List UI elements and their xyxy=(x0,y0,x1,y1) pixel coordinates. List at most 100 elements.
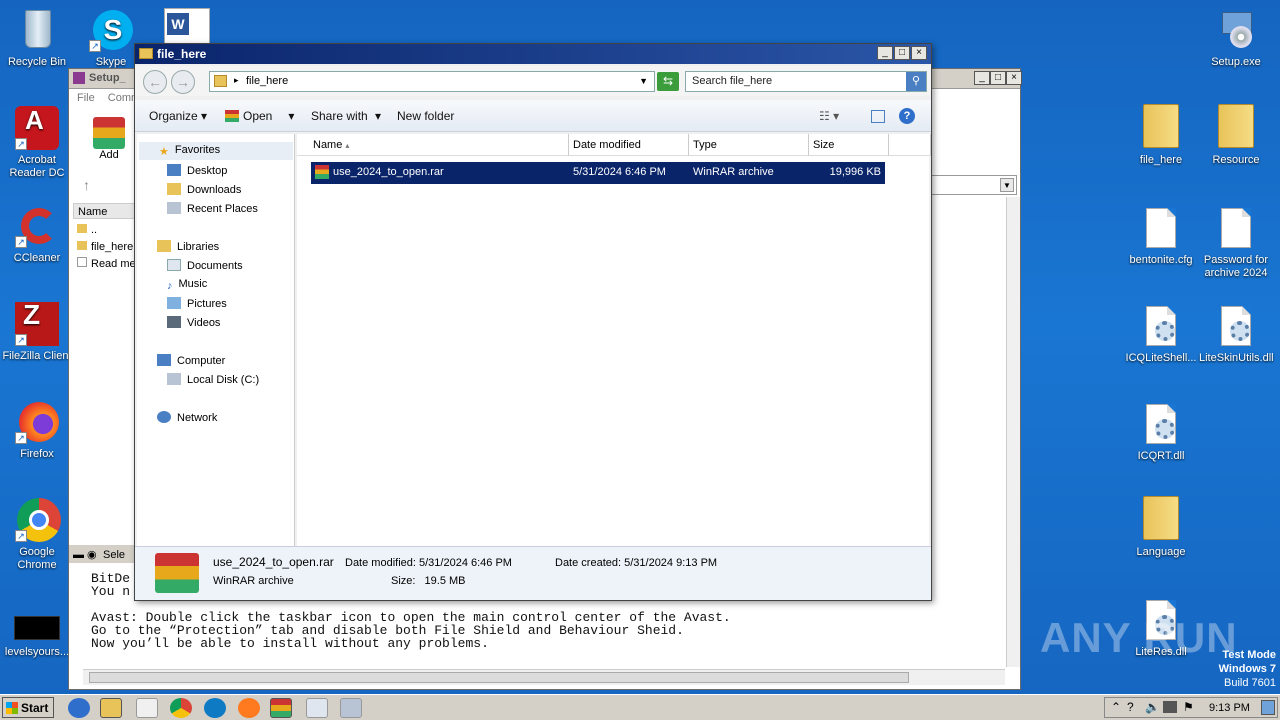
setup-taskbar-icon[interactable] xyxy=(340,698,362,718)
desktop-icon-language[interactable]: Language xyxy=(1124,496,1198,559)
forward-button[interactable]: → xyxy=(171,70,195,94)
path-dropdown[interactable]: ▼ xyxy=(931,175,1017,195)
tree-item-downloads[interactable]: Downloads xyxy=(167,183,241,196)
column-header-type[interactable]: Type xyxy=(689,134,809,156)
details-date-created: Date created: 5/31/2024 9:13 PM xyxy=(555,557,718,569)
close-button[interactable]: × xyxy=(1006,71,1022,85)
chrome-taskbar-icon[interactable] xyxy=(170,698,192,718)
desktop-icon-acrobat[interactable]: A ↗ Acrobat Reader DC xyxy=(0,106,74,180)
horizontal-scrollbar[interactable] xyxy=(83,669,1005,685)
desktop-icon-levelsyours[interactable]: levelsyours... xyxy=(0,616,74,659)
desktop-icon xyxy=(167,164,181,176)
search-icon[interactable]: ⚲ xyxy=(906,72,926,91)
word-document-icon[interactable]: W xyxy=(164,8,210,44)
search-input[interactable]: Search file_here ⚲ xyxy=(685,71,927,92)
chevron-up-icon[interactable]: ⌃ xyxy=(1111,700,1121,714)
setup-title: Setup_ xyxy=(89,72,126,84)
tree-item-favorites[interactable]: ★ Favorites xyxy=(139,142,293,160)
media-player-taskbar-icon[interactable] xyxy=(136,698,158,718)
show-desktop-button[interactable] xyxy=(1261,700,1275,715)
flag-icon[interactable]: ⚑ xyxy=(1183,700,1194,714)
up-arrow-icon[interactable]: ↑ xyxy=(83,177,90,193)
network-tray-icon[interactable] xyxy=(1163,701,1177,713)
tree-item-libraries[interactable]: Libraries xyxy=(157,240,219,253)
chevron-down-icon[interactable]: ▼ xyxy=(639,76,648,86)
desktop-icon-firefox[interactable]: ↗ Firefox xyxy=(0,400,74,461)
desktop-icon-bentonite[interactable]: bentonite.cfg xyxy=(1124,206,1198,267)
list-item[interactable]: Read me xyxy=(77,256,136,273)
vertical-scrollbar[interactable] xyxy=(1006,197,1020,667)
help-icon[interactable]: ? xyxy=(899,108,915,124)
list-item[interactable]: .. xyxy=(77,222,136,239)
file-name: use_2024_to_open.rar xyxy=(333,166,444,178)
tree-item-computer[interactable]: Computer xyxy=(157,354,225,367)
desktop-icon-icqrt[interactable]: ICQRT.dll xyxy=(1124,402,1198,463)
desktop-icon-password[interactable]: Password for archive 2024 xyxy=(1199,206,1273,280)
desktop-icon-recycle-bin[interactable]: Recycle Bin xyxy=(0,8,74,69)
share-with-button[interactable]: Share with ▾ xyxy=(311,109,381,123)
organize-button[interactable]: Organize ▾ xyxy=(149,109,207,123)
refresh-button[interactable]: ⇆ xyxy=(657,72,679,91)
tree-item-recent-places[interactable]: Recent Places xyxy=(167,202,258,215)
close-button[interactable]: × xyxy=(911,46,927,60)
desktop-icon-icqliteshell[interactable]: ICQLiteShell... xyxy=(1124,304,1198,365)
desktop-icon-liteskinutils[interactable]: LiteSkinUtils.dll xyxy=(1199,304,1274,365)
clock[interactable]: 9:13 PM xyxy=(1209,702,1250,714)
address-bar[interactable]: ▸ file_here ▼ xyxy=(209,71,655,92)
tree-item-videos[interactable]: Videos xyxy=(167,316,220,329)
table-row[interactable]: use_2024_to_open.rar 5/31/2024 6:46 PM W… xyxy=(311,162,885,184)
folder-icon xyxy=(1143,496,1179,540)
help-tray-icon[interactable]: ? xyxy=(1127,700,1134,714)
desktop-icon-file-here[interactable]: file_here xyxy=(1124,104,1198,167)
desktop-icon-ccleaner[interactable]: ↗ CCleaner xyxy=(0,204,74,265)
column-header-size[interactable]: Size xyxy=(809,134,889,156)
minimize-button[interactable]: _ xyxy=(974,71,990,85)
readme-line: You n xyxy=(91,584,131,599)
add-button[interactable]: Add xyxy=(89,117,129,161)
notepad-taskbar-icon[interactable] xyxy=(306,698,328,718)
chrome-icon: ↗ xyxy=(15,498,61,542)
winrar-taskbar-icon[interactable] xyxy=(270,698,292,718)
explorer-window[interactable]: file_here _ □ × ← → ▸ file_here ▼ ⇆ Sear… xyxy=(134,43,932,601)
volume-icon[interactable]: 🔈 xyxy=(1145,700,1160,714)
new-folder-button[interactable]: New folder xyxy=(397,109,454,123)
explorer-taskbar-icon[interactable] xyxy=(100,698,122,718)
desktop-icon-setup[interactable]: Setup.exe xyxy=(1199,8,1273,69)
firefox-taskbar-icon[interactable] xyxy=(238,698,260,718)
maximize-button[interactable]: □ xyxy=(894,46,910,60)
ie-taskbar-icon[interactable] xyxy=(68,698,90,718)
tree-item-music[interactable]: ♪ Music xyxy=(167,278,207,292)
back-button[interactable]: ← xyxy=(143,70,167,94)
maximize-button[interactable]: □ xyxy=(990,71,1006,85)
scrollbar-thumb[interactable] xyxy=(89,672,909,683)
back-arrow-icon: ← xyxy=(148,74,162,90)
tree-item-pictures[interactable]: Pictures xyxy=(167,297,227,310)
tree-item-documents[interactable]: Documents xyxy=(167,259,243,272)
name-column-header[interactable]: Name xyxy=(73,203,135,219)
tree-item-network[interactable]: Network xyxy=(157,411,217,424)
breadcrumb-arrow-icon: ▸ xyxy=(234,75,239,85)
edge-taskbar-icon[interactable] xyxy=(204,698,226,718)
list-item[interactable]: file_here xyxy=(77,239,136,256)
menu-file[interactable]: File xyxy=(77,92,95,104)
desktop-icon-resource[interactable]: Resource xyxy=(1199,104,1273,167)
tree-item-desktop[interactable]: Desktop xyxy=(167,164,227,177)
folder-icon xyxy=(1143,104,1179,148)
explorer-title-bar[interactable]: file_here _ □ × xyxy=(135,44,931,64)
minimize-button[interactable]: _ xyxy=(877,46,893,60)
column-header-name[interactable]: Name ▴ xyxy=(297,134,569,156)
tree-item-local-disk[interactable]: Local Disk (C:) xyxy=(167,373,259,386)
preview-pane-icon[interactable] xyxy=(871,110,885,123)
view-options-icon[interactable]: ☷ ▾ xyxy=(819,109,839,123)
start-button[interactable]: Start xyxy=(2,697,54,718)
desktop-icon-chrome[interactable]: ↗ Google Chrome xyxy=(0,498,74,572)
disk-icon xyxy=(167,373,181,385)
breadcrumb[interactable]: file_here xyxy=(246,75,288,87)
open-button[interactable]: Open ▾ xyxy=(225,109,294,123)
winrar-icon xyxy=(315,165,329,179)
column-header-date-modified[interactable]: Date modified xyxy=(569,134,689,156)
column-header-extra[interactable] xyxy=(889,134,931,156)
desktop-icon-filezilla[interactable]: Z ↗ FileZilla Client xyxy=(0,301,74,363)
dll-icon xyxy=(1146,306,1176,346)
recycle-bin-icon xyxy=(15,8,59,52)
